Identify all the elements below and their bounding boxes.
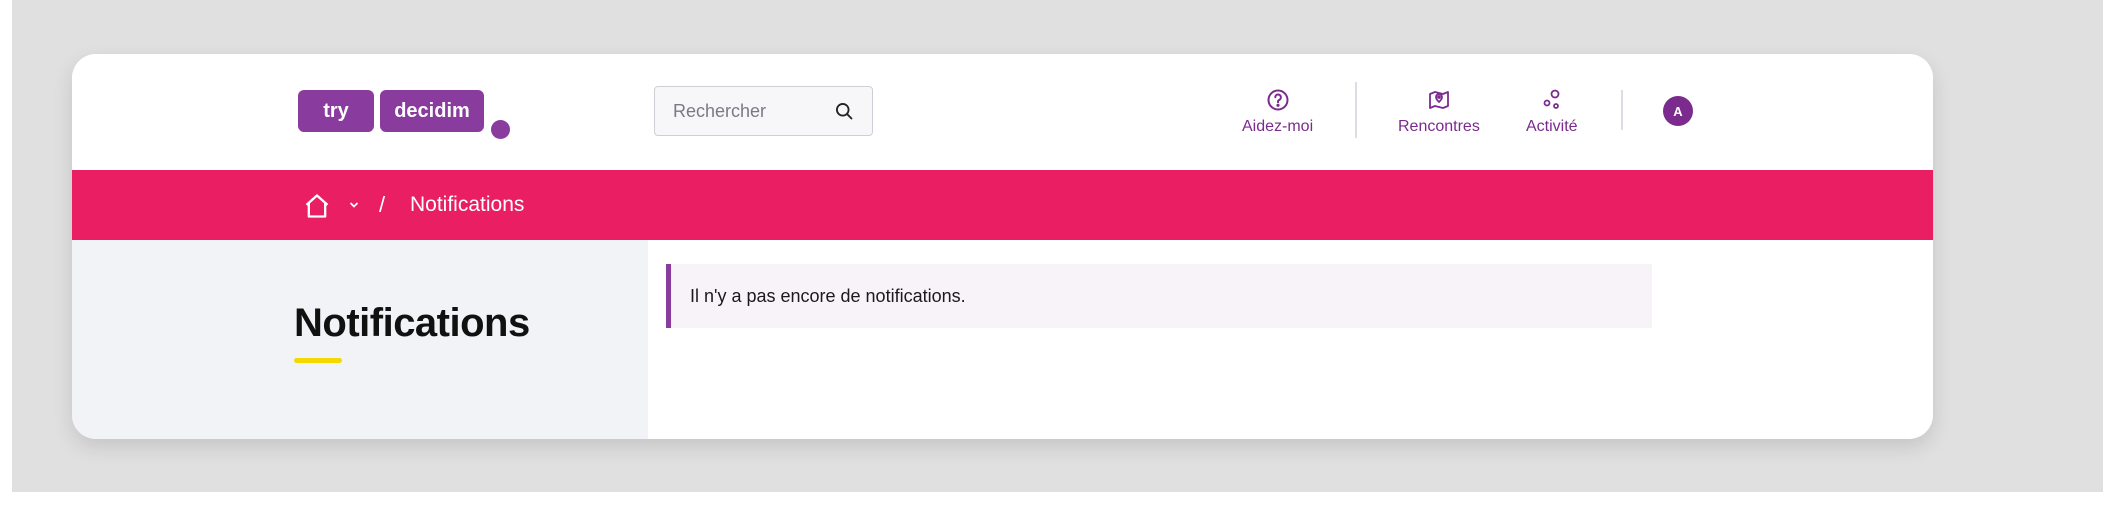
page-background: try decidim Rechercher Aidez-moi Rencont… bbox=[12, 0, 2103, 492]
nav-meetings-label: Rencontres bbox=[1398, 118, 1480, 135]
nav-meetings[interactable]: Rencontres bbox=[1398, 88, 1480, 136]
breadcrumb-separator: / bbox=[379, 192, 386, 217]
breadcrumb-current: Notifications bbox=[410, 193, 525, 216]
chevron-down-icon[interactable] bbox=[349, 200, 359, 210]
title-sidebar: Notifications bbox=[72, 240, 648, 439]
nav-help[interactable]: Aidez-moi bbox=[1242, 88, 1313, 136]
app-window: try decidim Rechercher Aidez-moi Rencont… bbox=[72, 54, 1933, 439]
breadcrumb: / Notifications bbox=[72, 170, 1933, 240]
search-input[interactable]: Rechercher bbox=[654, 86, 873, 136]
logo[interactable]: try decidim bbox=[298, 90, 510, 139]
logo-dot bbox=[491, 120, 510, 139]
nav-activity[interactable]: Activité bbox=[1526, 88, 1578, 136]
avatar[interactable]: A bbox=[1663, 96, 1693, 126]
nav-divider bbox=[1621, 90, 1623, 130]
logo-decidim: decidim bbox=[380, 90, 484, 132]
logo-try: try bbox=[298, 90, 374, 132]
title-underline bbox=[294, 358, 342, 363]
header: try decidim Rechercher Aidez-moi Rencont… bbox=[72, 54, 1933, 170]
nav-divider bbox=[1355, 82, 1357, 138]
nav-activity-label: Activité bbox=[1526, 118, 1578, 135]
search-icon[interactable] bbox=[834, 101, 854, 121]
question-circle-icon bbox=[1267, 89, 1289, 111]
activity-bubbles-icon bbox=[1543, 89, 1560, 109]
empty-notifications-callout: Il n'y a pas encore de notifications. bbox=[666, 264, 1652, 328]
map-pin-icon bbox=[1429, 91, 1449, 109]
nav-help-label: Aidez-moi bbox=[1242, 118, 1314, 135]
page-title: Notifications bbox=[294, 301, 530, 345]
home-icon[interactable] bbox=[303, 192, 331, 220]
search-placeholder: Rechercher bbox=[673, 100, 767, 121]
